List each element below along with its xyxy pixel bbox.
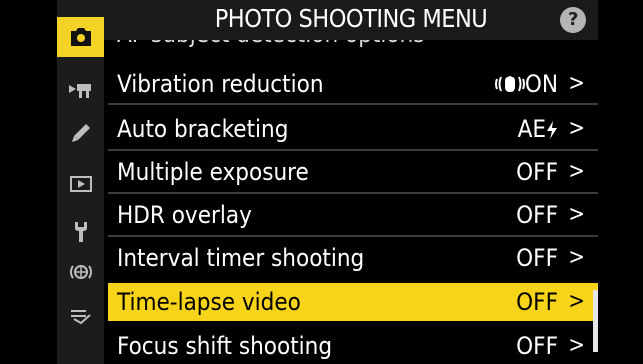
chevron-right-icon: > — [568, 245, 585, 270]
menu-item-label: Vibration reduction — [117, 70, 324, 98]
menu-sidebar — [57, 0, 104, 364]
value-text: ON — [524, 70, 558, 98]
menu-item-value: OFF — [516, 158, 558, 186]
chevron-right-icon: > — [568, 71, 585, 96]
tab-photo-shooting[interactable] — [57, 17, 104, 57]
menu-item-label: Multiple exposure — [117, 158, 309, 186]
menu-item-value: AE — [518, 110, 558, 148]
movie-icon — [68, 84, 91, 98]
menu-item-value: OFF — [516, 332, 558, 360]
tab-setup[interactable] — [57, 212, 104, 252]
chevron-right-icon: > — [568, 202, 585, 227]
pencil-icon — [71, 124, 90, 142]
value-text: AE — [517, 115, 546, 143]
menu-item-value: OFF — [516, 244, 558, 272]
menu-item-partial[interactable]: AF subject detection options — [108, 40, 598, 53]
chevron-right-icon: > — [568, 116, 585, 141]
flash-bolt-icon — [547, 121, 557, 139]
page-title: PHOTO SHOOTING MENU — [214, 4, 488, 33]
wrench-icon — [74, 222, 87, 242]
divider — [108, 192, 598, 194]
chevron-right-icon: > — [568, 159, 585, 184]
network-icon — [69, 265, 92, 279]
tab-playback[interactable] — [57, 164, 104, 204]
menu-item-interval-timer-shooting[interactable]: Interval timer shooting OFF > — [108, 239, 598, 277]
menu-item-value: OFF — [516, 288, 558, 316]
tab-movie-shooting[interactable] — [57, 70, 104, 110]
menu-item-label: Time-lapse video — [117, 288, 301, 316]
menu-item-vibration-reduction[interactable]: Vibration reduction ON > — [108, 65, 598, 103]
menu-item-value: OFF — [516, 201, 558, 229]
camera-menu-screen: PHOTO SHOOTING MENU ? AF subject detecti… — [57, 0, 598, 364]
tab-custom-settings[interactable] — [57, 113, 104, 153]
chevron-right-icon: > — [568, 333, 585, 358]
menu-item-label: Interval timer shooting — [117, 244, 365, 272]
divider — [108, 149, 598, 151]
divider — [108, 103, 598, 105]
menu-item-time-lapse-video[interactable]: Time-lapse video OFF > — [108, 283, 598, 321]
help-button[interactable]: ? — [560, 7, 586, 33]
menu-item-multiple-exposure[interactable]: Multiple exposure OFF > — [108, 153, 598, 191]
divider — [108, 235, 598, 237]
menu-item-value: ON — [494, 65, 558, 103]
menu-item-focus-shift-shooting[interactable]: Focus shift shooting OFF > — [108, 327, 598, 364]
menu-item-label: HDR overlay — [117, 201, 252, 229]
menu-item-auto-bracketing[interactable]: Auto bracketing AE > — [108, 110, 598, 148]
menu-item-hdr-overlay[interactable]: HDR overlay OFF > — [108, 196, 598, 234]
camera-icon — [70, 28, 91, 46]
my-menu-icon — [70, 310, 91, 325]
menu-item-label: Focus shift shooting — [117, 332, 333, 360]
tab-network[interactable] — [57, 252, 104, 292]
menu-item-label: Auto bracketing — [117, 115, 289, 143]
playback-icon — [69, 176, 92, 192]
tab-my-menu[interactable] — [57, 296, 104, 336]
menu-item-label: AF subject detection options — [117, 40, 425, 53]
scrollbar[interactable] — [593, 290, 598, 352]
vibration-hand-icon — [494, 76, 525, 92]
menu-header: PHOTO SHOOTING MENU ? — [104, 0, 598, 40]
chevron-right-icon: > — [568, 289, 585, 314]
menu-list: AF subject detection options Vibration r… — [108, 40, 598, 364]
